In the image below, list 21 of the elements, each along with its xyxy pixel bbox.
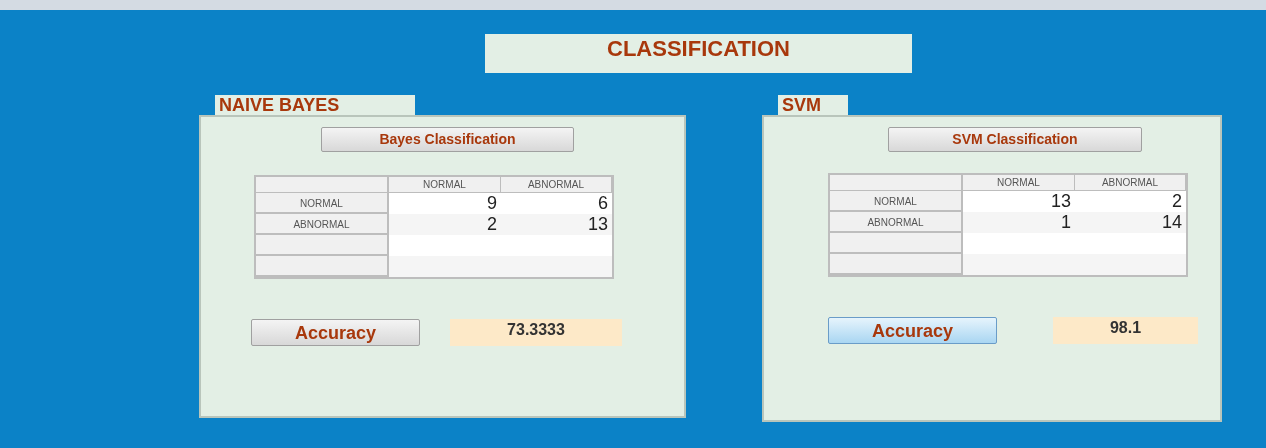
row-header: NORMAL — [830, 191, 963, 212]
classification-button[interactable]: SVM Classification — [888, 127, 1142, 152]
table-cell: 2 — [1075, 191, 1186, 212]
row-header: ABNORMAL — [256, 214, 389, 235]
accuracy-value: 98.1 — [1053, 317, 1198, 344]
table-cell: 9 — [389, 193, 501, 214]
page-title: CLASSIFICATION — [485, 34, 912, 73]
panel-title: NAIVE BAYES — [215, 95, 415, 115]
classification-button[interactable]: Bayes Classification — [321, 127, 574, 152]
accuracy-value: 73.3333 — [450, 319, 622, 346]
accuracy-button[interactable]: Accuracy — [828, 317, 997, 344]
column-header: ABNORMAL — [1075, 175, 1186, 191]
table-cell: 6 — [501, 193, 612, 214]
column-header: NORMAL — [963, 175, 1075, 191]
table-cell: 13 — [963, 191, 1075, 212]
column-header: NORMAL — [389, 177, 501, 193]
column-header: ABNORMAL — [501, 177, 612, 193]
row-header: ABNORMAL — [830, 212, 963, 233]
row-header: NORMAL — [256, 193, 389, 214]
panel-title: SVM — [778, 95, 848, 115]
accuracy-button[interactable]: Accuracy — [251, 319, 420, 346]
